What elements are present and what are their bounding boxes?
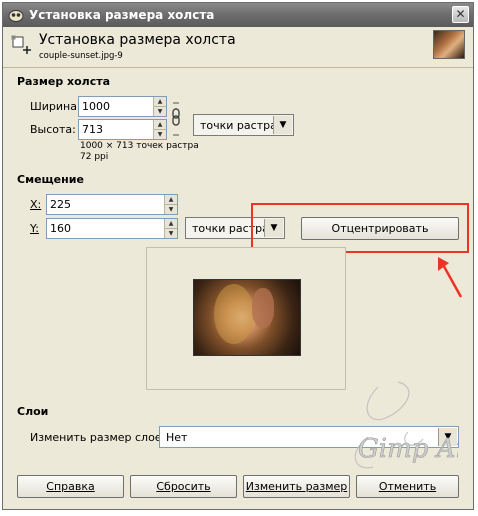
reset-button[interactable]: Сбросить [130, 475, 237, 498]
chain-link-icon[interactable] [170, 100, 182, 138]
y-offset-value[interactable]: 160 [50, 222, 71, 235]
resize-layers-label: Изменить размер слоев: [30, 431, 172, 444]
gimp-app-icon [8, 10, 24, 22]
dialog-header: Установка размера холста couple-sunset.j… [3, 27, 473, 68]
gimp-watermark: Gimp Artery [354, 381, 458, 469]
y-offset-spinbox[interactable]: 160 ▲ ▼ [46, 218, 178, 239]
red-arrow-annotation [438, 257, 463, 298]
help-button[interactable]: Справка [17, 475, 124, 498]
resize-layers-value: Нет [166, 431, 188, 444]
center-button[interactable]: Отцентрировать [301, 217, 459, 240]
canvas-size-info: 1000 × 713 точек растра [80, 141, 199, 151]
height-spinbox[interactable]: 713 ▲ ▼ [78, 119, 167, 140]
x-label: X: [30, 198, 42, 211]
image-preview[interactable] [193, 279, 301, 356]
preview-detail [214, 284, 254, 344]
offset-section-title: Смещение [17, 173, 84, 186]
canvas-unit-value: точки растра [200, 119, 277, 132]
chevron-down-icon[interactable]: ▼ [273, 116, 292, 134]
canvas-preview[interactable] [146, 247, 346, 390]
window-title: Установка размера холста [29, 8, 215, 22]
y-label: Y: [30, 222, 39, 235]
close-icon[interactable]: ✕ [452, 6, 469, 23]
spin-up-icon[interactable]: ▲ [165, 195, 177, 204]
canvas-unit-select[interactable]: точки растра ▼ [193, 114, 294, 136]
spin-down-icon[interactable]: ▼ [154, 129, 166, 139]
canvas-size-dialog: Установка размера холста ✕ Установка раз… [2, 2, 474, 510]
image-thumbnail [433, 30, 465, 59]
spin-up-icon[interactable]: ▲ [154, 120, 166, 129]
spin-down-icon[interactable]: ▼ [165, 204, 177, 214]
canvas-resolution-info: 72 ppi [80, 152, 109, 162]
x-offset-spinbox[interactable]: 225 ▲ ▼ [46, 194, 178, 215]
x-offset-value[interactable]: 225 [50, 198, 71, 211]
title-bar[interactable]: Установка размера холста ✕ [3, 3, 473, 27]
spin-up-icon[interactable]: ▲ [154, 97, 166, 106]
spin-up-icon[interactable]: ▲ [165, 219, 177, 228]
canvas-size-section-title: Размер холста [17, 75, 111, 88]
watermark-text: Gimp Artery [358, 434, 458, 464]
layers-section-title: Слои [17, 405, 49, 418]
height-label: Высота: [30, 123, 76, 136]
width-spinbox[interactable]: 1000 ▲ ▼ [78, 96, 167, 117]
header-title: Установка размера холста [39, 32, 236, 48]
spin-down-icon[interactable]: ▼ [154, 106, 166, 116]
canvas-size-icon [11, 35, 31, 54]
preview-detail [252, 288, 274, 328]
resize-button[interactable]: Изменить размер [243, 475, 350, 498]
width-value[interactable]: 1000 [82, 100, 110, 113]
height-value[interactable]: 713 [82, 123, 103, 136]
width-label: Ширина: [30, 100, 81, 113]
header-subtitle: couple-sunset.jpg-9 [39, 51, 123, 61]
spin-down-icon[interactable]: ▼ [165, 228, 177, 238]
